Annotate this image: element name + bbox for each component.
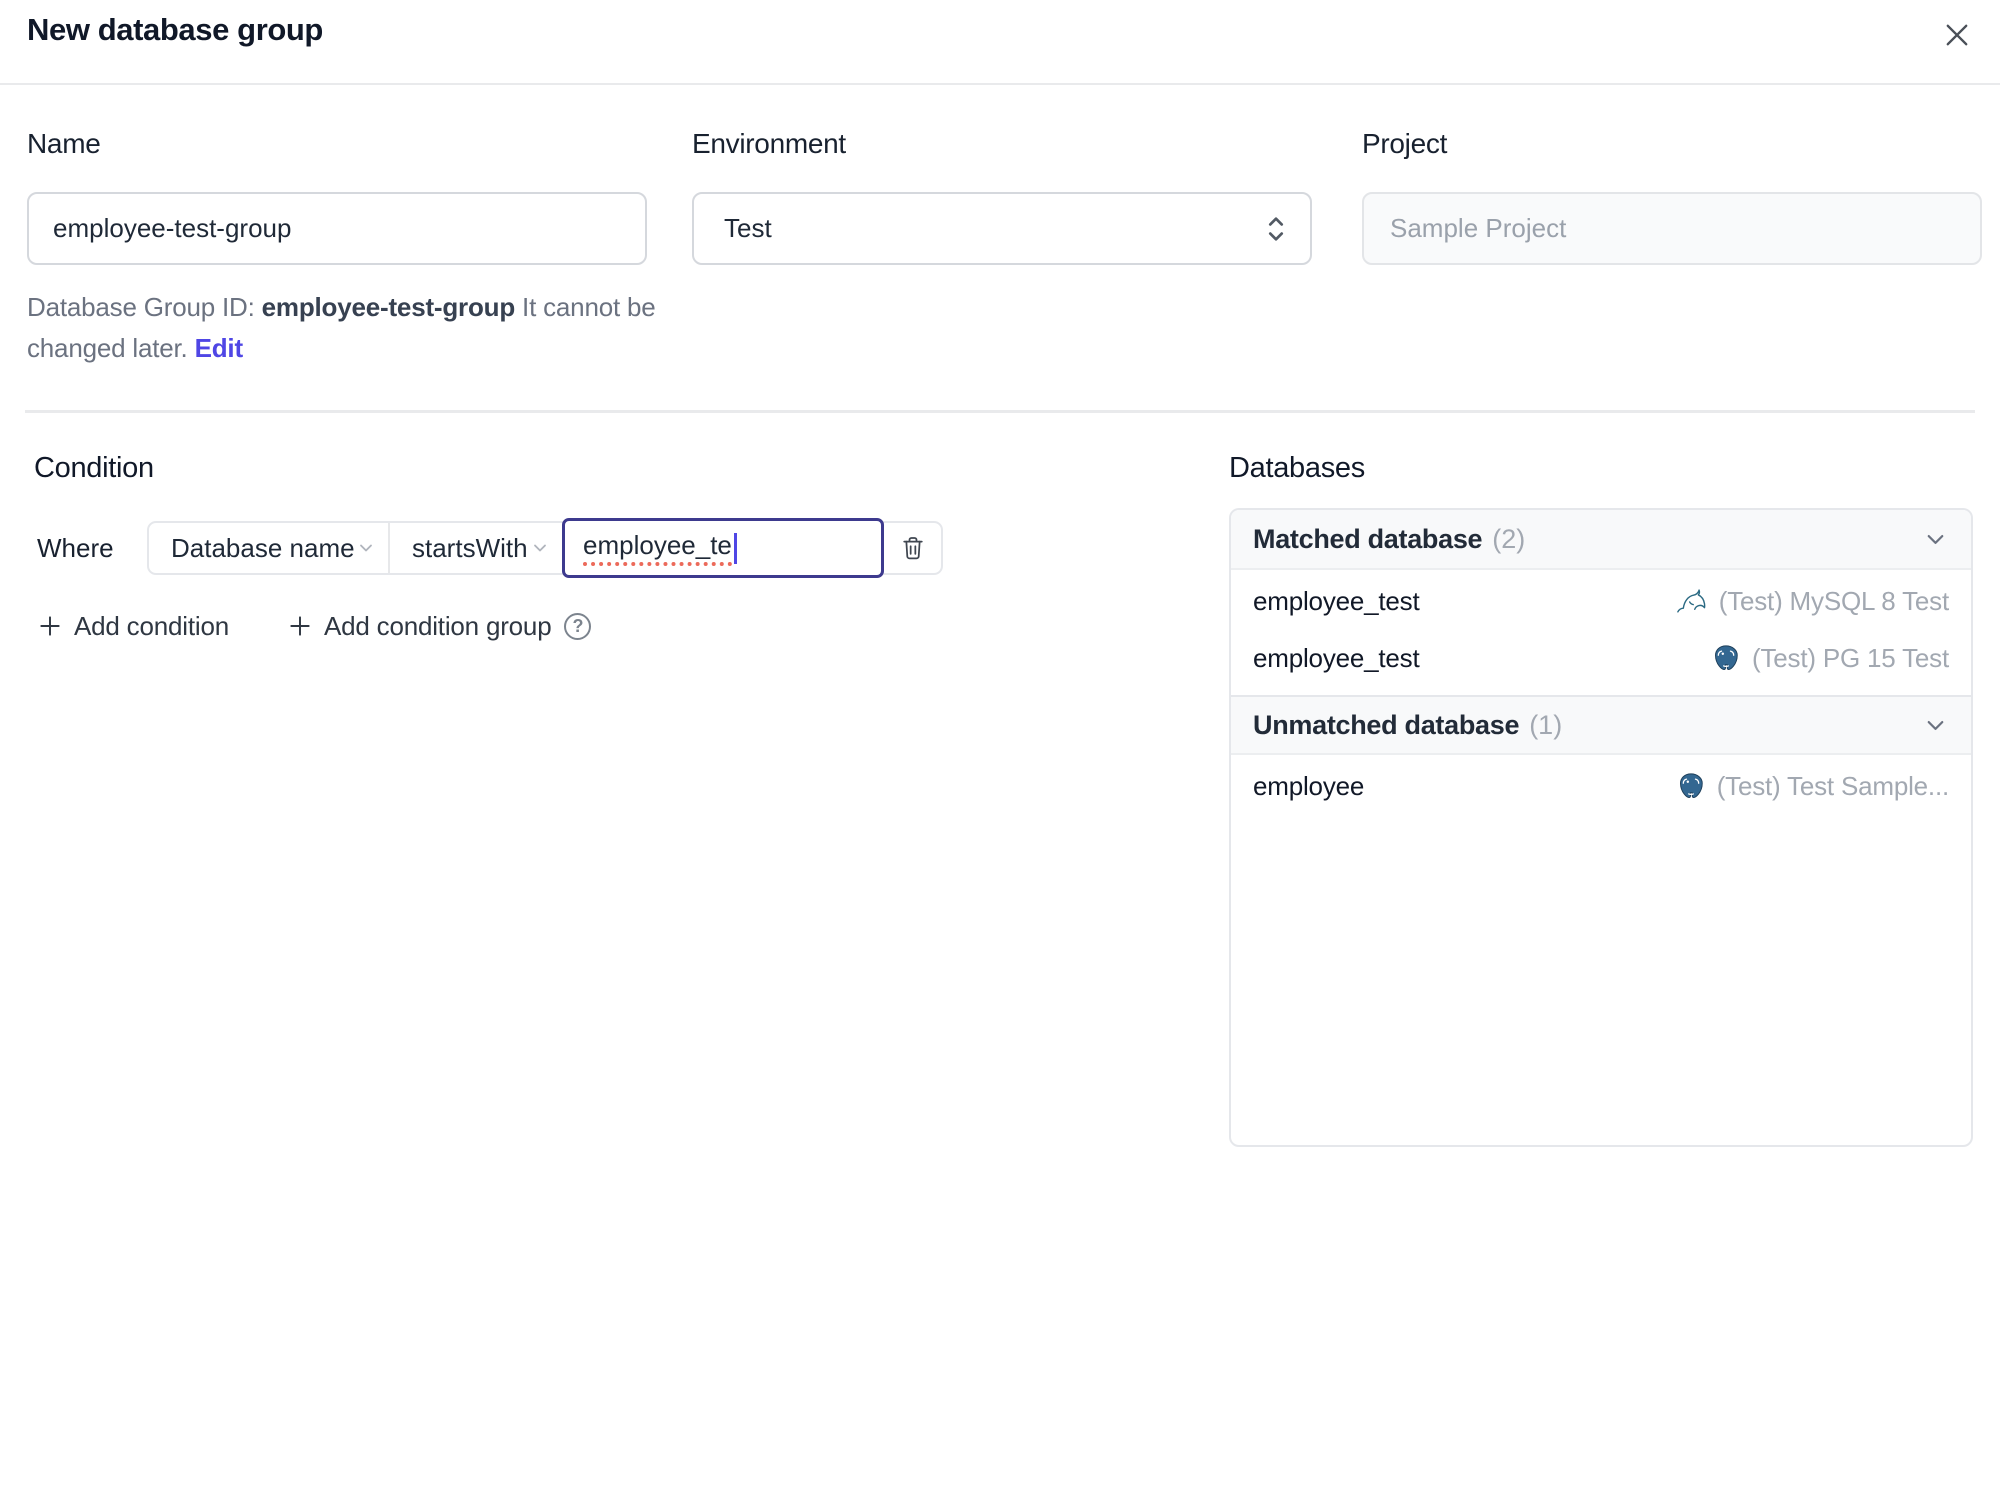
mysql-dolphin-icon (1676, 588, 1708, 615)
new-database-group-dialog: New database group Name Environment Proj… (0, 0, 2000, 1500)
database-name: employee (1253, 771, 1365, 801)
condition-heading: Condition (34, 452, 154, 484)
environment-select[interactable]: Test (692, 192, 1312, 265)
condition-value-input[interactable]: employee_te (562, 518, 884, 578)
condition-operator-value: startsWith (412, 532, 528, 563)
database-instance: (Test) MySQL 8 Test (1676, 586, 1949, 617)
edit-group-id-link[interactable]: Edit (195, 333, 244, 363)
instance-label: (Test) PG 15 Test (1752, 643, 1949, 673)
name-label: Name (27, 128, 101, 159)
chevron-up-down-icon (1262, 213, 1290, 245)
chevron-down-icon (356, 538, 376, 558)
group-id-value: employee-test-group (261, 292, 516, 322)
condition-field-value: Database name (171, 532, 355, 563)
name-input[interactable] (27, 192, 647, 265)
postgresql-elephant-icon (1711, 644, 1741, 674)
plus-icon (287, 613, 313, 639)
help-icon[interactable]: ? (564, 612, 592, 640)
text-caret (733, 532, 737, 564)
plus-icon (37, 613, 63, 639)
database-row: employee (Test) Test Sample... (1231, 758, 1971, 815)
unmatched-database-header[interactable]: Unmatched database (1) (1231, 695, 1971, 755)
add-condition-button[interactable]: Add condition (37, 611, 229, 642)
environment-label: Environment (692, 128, 846, 159)
where-label: Where (37, 533, 114, 563)
delete-condition-button[interactable] (884, 523, 941, 573)
close-icon (1940, 18, 1974, 52)
postgresql-elephant-icon (1676, 772, 1706, 802)
chevron-down-icon (1922, 526, 1949, 553)
database-instance: (Test) PG 15 Test (1711, 643, 1949, 674)
environment-selected-value: Test (724, 213, 772, 243)
project-label: Project (1362, 128, 1448, 159)
instance-label: (Test) MySQL 8 Test (1718, 586, 1949, 616)
condition-field-select[interactable]: Database name (149, 523, 390, 573)
header-divider (0, 83, 2000, 85)
instance-label: (Test) Test Sample... (1716, 771, 1949, 801)
matched-database-rows: employee_test (Test) MySQL 8 Test employ… (1231, 570, 1971, 695)
databases-panel: Matched database (2) employee_test (Test… (1229, 508, 1973, 1147)
matched-database-header[interactable]: Matched database (2) (1231, 510, 1971, 570)
section-divider (25, 410, 1975, 413)
group-id-prefix: Database Group ID: (27, 292, 255, 322)
unmatched-database-title: Unmatched database (1253, 709, 1520, 740)
project-input (1362, 192, 1982, 265)
dialog-title: New database group (27, 12, 323, 47)
chevron-down-icon (1922, 712, 1949, 739)
chevron-down-icon (530, 538, 550, 558)
trash-icon (899, 534, 927, 562)
unmatched-database-rows: employee (Test) Test Sample... (1231, 755, 1971, 823)
add-condition-group-button[interactable]: Add condition group ? (287, 610, 592, 642)
condition-actions: Add condition Add condition group ? (37, 604, 592, 648)
databases-heading: Databases (1229, 452, 1365, 484)
condition-value-text: employee_te (583, 530, 732, 566)
unmatched-database-count: (1) (1529, 709, 1563, 740)
group-id-helper: Database Group ID: employee-test-group I… (27, 287, 667, 369)
matched-database-count: (2) (1492, 523, 1526, 554)
matched-database-title: Matched database (1253, 523, 1483, 554)
database-name: employee_test (1253, 586, 1420, 616)
database-row: employee_test (Test) MySQL 8 Test (1231, 573, 1971, 630)
condition-operator-select[interactable]: startsWith (390, 523, 562, 573)
add-condition-label: Add condition (74, 610, 229, 641)
close-button[interactable] (1936, 14, 1978, 56)
database-instance: (Test) Test Sample... (1676, 771, 1949, 802)
database-row: employee_test (Test) PG 15 Test (1231, 630, 1971, 687)
database-name: employee_test (1253, 643, 1420, 673)
add-condition-group-label: Add condition group (323, 610, 552, 641)
condition-row: Database name startsWith employee_te (147, 518, 943, 578)
